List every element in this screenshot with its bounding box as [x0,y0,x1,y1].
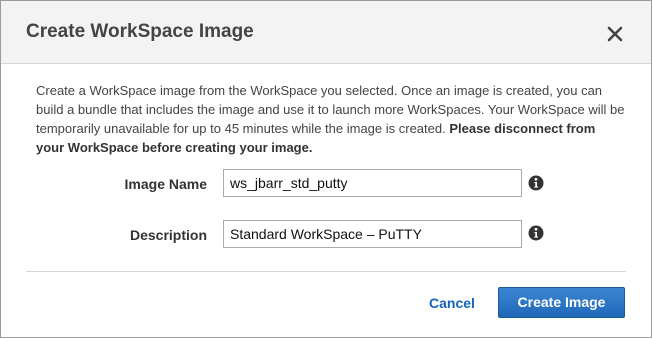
info-icon[interactable] [528,225,544,241]
create-image-dialog: Create WorkSpace Image Create a WorkSpac… [0,0,652,338]
create-image-button[interactable]: Create Image [498,287,625,318]
info-icon[interactable] [528,175,544,191]
footer-divider [26,271,626,272]
dialog-header: Create WorkSpace Image [1,1,651,64]
intro-text: Create a WorkSpace image from the WorkSp… [36,81,626,157]
description-input[interactable] [223,220,522,248]
image-name-input[interactable] [223,169,522,197]
description-label: Description [129,227,207,243]
dialog-title: Create WorkSpace Image [26,21,254,42]
image-name-label: Image Name [124,176,207,192]
cancel-button[interactable]: Cancel [429,295,475,311]
close-icon[interactable] [604,23,626,45]
